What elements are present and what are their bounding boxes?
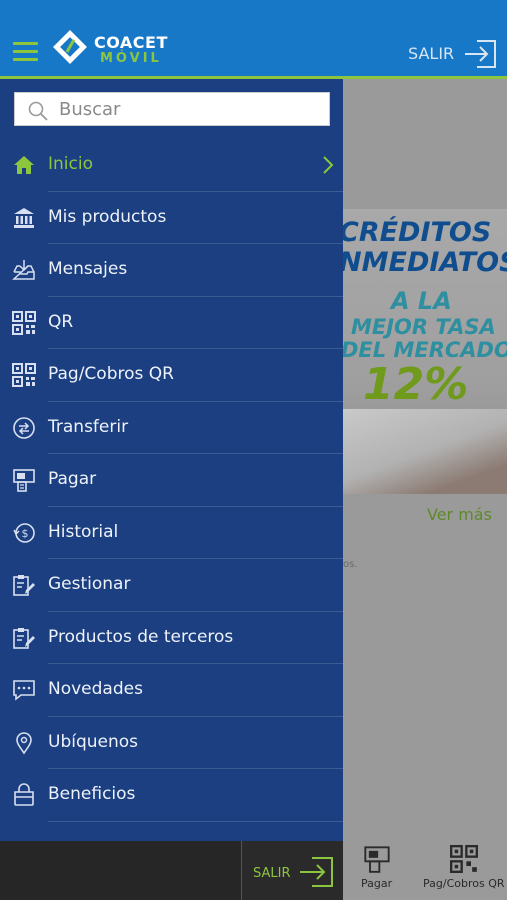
menu-item-label: QR [48,311,74,332]
menu-item-pagar[interactable]: Pagar [0,454,343,507]
promo-photo [343,409,507,494]
brand-subtitle: MÓVIL [100,51,162,66]
menu-item-label: Productos de terceros [48,626,234,647]
pay-icon [13,469,35,492]
transfer-icon [13,416,35,439]
shopping-bag-icon [14,783,34,806]
menu-item-mis-productos[interactable]: Mis productos [0,192,343,244]
menu-item-qr[interactable]: QR [0,297,343,349]
qr-icon [12,363,36,387]
qr-icon [12,310,36,335]
search-input[interactable]: Buscar [59,99,120,120]
menu-item-label: Inicio [48,154,93,174]
menu-item-label: Ubíquenos [48,731,139,752]
clipboard-edit-icon [13,627,35,649]
app-header: COACET MÓVIL SALIR [0,0,507,79]
menu-item-label: Beneficios [48,784,136,804]
brand-name: COACET [94,33,168,52]
side-menu: Buscar Inicio Mis productos Mensajes QR … [0,79,343,841]
menu-item-label: Pag/Cobros QR [48,364,174,384]
see-more-link[interactable]: Ver más [427,505,492,524]
bottom-bar: SALIR Pagar Pag/Cobros QR [0,841,507,900]
coacet-logo-icon [53,30,87,64]
menu-item-mensajes[interactable]: Mensajes [0,244,343,297]
menu-item-label: Gestionar [48,574,131,594]
menu-item-gestionar[interactable]: Gestionar [0,559,343,612]
promo-line-4: MEJOR TASA [351,315,496,339]
menu-list: Inicio Mis productos Mensajes QR Pag/Cob… [0,139,343,822]
location-pin-icon [16,731,32,754]
menu-item-inicio[interactable]: Inicio [0,139,343,192]
home-icon [14,156,34,174]
menu-item-label: Mis productos [48,206,167,227]
menu-item-ubiquenos[interactable]: Ubíquenos [0,717,343,769]
promo-rate: 12% [363,359,469,410]
menu-item-label: Novedades [48,679,143,699]
chat-icon [13,680,35,701]
menu-item-label: Pagar [48,469,97,489]
text-fragment: os. [343,559,358,570]
clipboard-edit-icon [13,575,35,596]
menu-item-beneficios[interactable]: Beneficios [0,769,343,822]
pay-icon [363,846,390,873]
search-box[interactable]: Buscar [14,92,330,126]
tab-pagar[interactable]: Pagar [361,845,392,890]
bottom-tabs: Pagar Pag/Cobros QR [343,841,507,900]
bottom-bar-blank [0,841,242,900]
chevron-right-icon [323,156,334,174]
search-icon [28,101,48,121]
promo-line-3: A LA [391,287,452,315]
menu-item-productos-de-terceros[interactable]: Productos de terceros [0,612,343,664]
svg-text:$: $ [22,527,29,540]
menu-item-label: Historial [48,521,119,542]
bank-icon [14,207,34,228]
menu-item-novedades[interactable]: Novedades [0,664,343,717]
promo-line-2: INMEDIATOS [343,247,507,278]
history-icon: $ [13,522,35,543]
tab-label: Pagar [361,877,393,890]
qr-icon [449,845,478,873]
logout-icon[interactable] [298,856,334,888]
tab-label: Pag/Cobros QR [423,877,505,890]
logout-label[interactable]: SALIR [408,44,454,63]
home-content-dimmed: CRÉDITOS INMEDIATOS A LA MEJOR TASA DEL … [343,79,507,841]
promo-banner[interactable]: CRÉDITOS INMEDIATOS A LA MEJOR TASA DEL … [343,209,507,494]
tab-pag-cobros-qr[interactable]: Pag/Cobros QR [423,845,505,890]
menu-item-label: Mensajes [48,259,128,279]
menu-item-pag-cobros-qr[interactable]: Pag/Cobros QR [0,349,343,402]
menu-item-label: Transferir [48,416,129,437]
promo-line-1: CRÉDITOS [343,217,492,248]
inbox-icon [12,260,35,280]
logout-icon[interactable] [463,39,497,69]
bottom-logout-label[interactable]: SALIR [253,866,291,881]
menu-item-historial[interactable]: $ Historial [0,507,343,559]
hamburger-menu-icon[interactable] [13,42,38,62]
menu-item-transferir[interactable]: Transferir [0,402,343,454]
